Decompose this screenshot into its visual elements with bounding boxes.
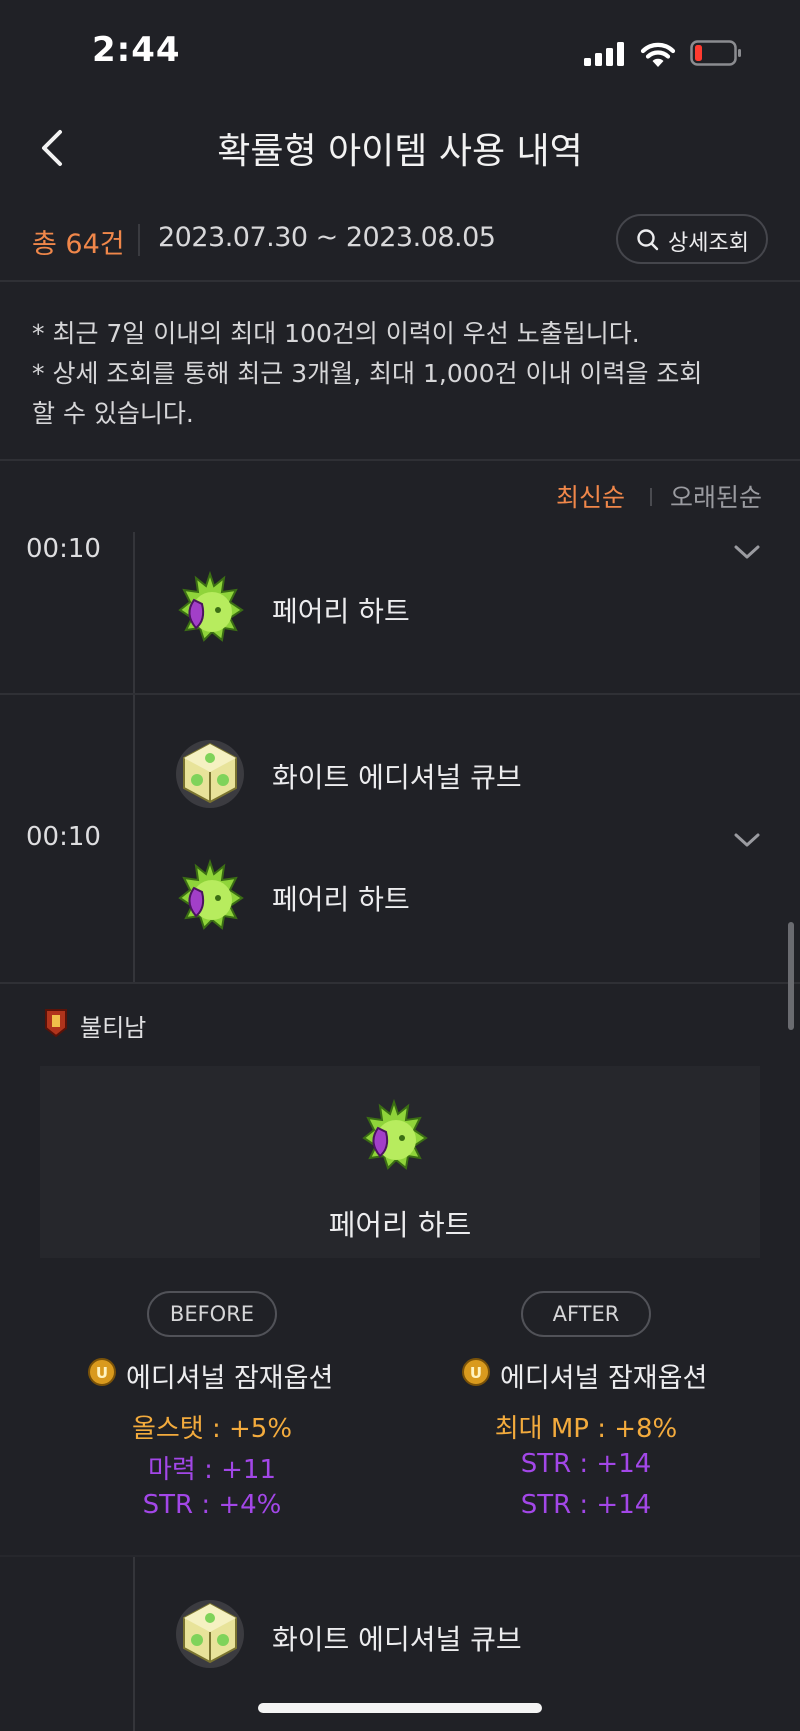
status-time: 2:44 bbox=[92, 30, 181, 70]
svg-text:U: U bbox=[96, 1364, 108, 1382]
potential-grade-coin-icon: U bbox=[462, 1358, 490, 1386]
date-range: 2023.07.30 ~ 2023.08.05 bbox=[158, 222, 496, 253]
divider bbox=[0, 1555, 800, 1557]
item-name: 화이트 에디셔널 큐브 bbox=[272, 1623, 522, 1656]
sort-newest-button[interactable]: 최신순 bbox=[556, 478, 625, 514]
divider bbox=[0, 693, 800, 695]
chevron-down-icon[interactable] bbox=[732, 830, 762, 850]
after-option-type: 에디셔널 잠재옵션 bbox=[500, 1363, 708, 1394]
after-option-3: STR : +14 bbox=[520, 1490, 652, 1520]
notice-line-3: 할 수 있습니다. bbox=[32, 399, 194, 428]
entry-time: 00:10 bbox=[26, 822, 101, 852]
before-option-2: 마력 : +11 bbox=[148, 1455, 276, 1485]
after-option-2: STR : +14 bbox=[520, 1449, 652, 1479]
summary-divider bbox=[138, 224, 140, 256]
notice-line-1: * 최근 7일 이내의 최대 100건의 이력이 우선 노출됩니다. bbox=[32, 319, 640, 348]
divider bbox=[0, 459, 800, 461]
svg-text:U: U bbox=[470, 1364, 482, 1382]
after-option-1: 최대 MP : +8% bbox=[494, 1414, 678, 1444]
before-label: BEFORE bbox=[147, 1291, 277, 1337]
character-name: 불티남 bbox=[80, 1014, 147, 1042]
total-count: 총 64건 bbox=[32, 229, 125, 260]
chevron-down-icon[interactable] bbox=[732, 542, 762, 562]
character-guild-emblem-icon bbox=[45, 1009, 67, 1038]
divider bbox=[0, 280, 800, 282]
detail-search-label: 상세조회 bbox=[668, 231, 749, 256]
fairy-heart-icon bbox=[362, 1098, 428, 1170]
column-divider bbox=[133, 1557, 135, 1731]
battery-low-icon bbox=[690, 40, 741, 66]
item-name: 페어리 하트 bbox=[272, 595, 410, 628]
item-name: 페어리 하트 bbox=[272, 883, 410, 916]
sort-divider bbox=[650, 488, 652, 506]
white-additional-cube-icon bbox=[176, 1600, 244, 1668]
white-additional-cube-icon bbox=[176, 740, 244, 808]
entry-time: 00:10 bbox=[26, 534, 101, 564]
sort-oldest-button[interactable]: 오래된순 bbox=[670, 478, 762, 514]
cellular-signal-icon bbox=[584, 42, 624, 66]
before-option-1: 올스탯 : +5% bbox=[131, 1414, 293, 1444]
page-title: 확률형 아이템 사용 내역 bbox=[217, 131, 583, 172]
before-option-type: 에디셔널 잠재옵션 bbox=[126, 1363, 334, 1394]
fairy-heart-icon bbox=[178, 570, 244, 642]
scrollbar[interactable] bbox=[788, 922, 794, 1030]
before-option-3: STR : +4% bbox=[142, 1490, 282, 1520]
column-divider bbox=[133, 532, 135, 694]
wifi-icon bbox=[640, 42, 676, 67]
detail-search-button[interactable]: 상세조회 bbox=[616, 214, 768, 264]
item-name: 화이트 에디셔널 큐브 bbox=[272, 761, 522, 794]
home-indicator[interactable] bbox=[258, 1703, 542, 1713]
fairy-heart-icon bbox=[178, 858, 244, 930]
after-label: AFTER bbox=[521, 1291, 651, 1337]
divider bbox=[0, 982, 800, 984]
notice-line-2: * 상세 조회를 통해 최근 3개월, 최대 1,000건 이내 이력을 조회 bbox=[32, 359, 703, 388]
column-divider bbox=[133, 695, 135, 982]
search-icon bbox=[637, 229, 659, 251]
potential-grade-coin-icon: U bbox=[88, 1358, 116, 1386]
detail-item-name: 페어리 하트 bbox=[328, 1208, 472, 1242]
